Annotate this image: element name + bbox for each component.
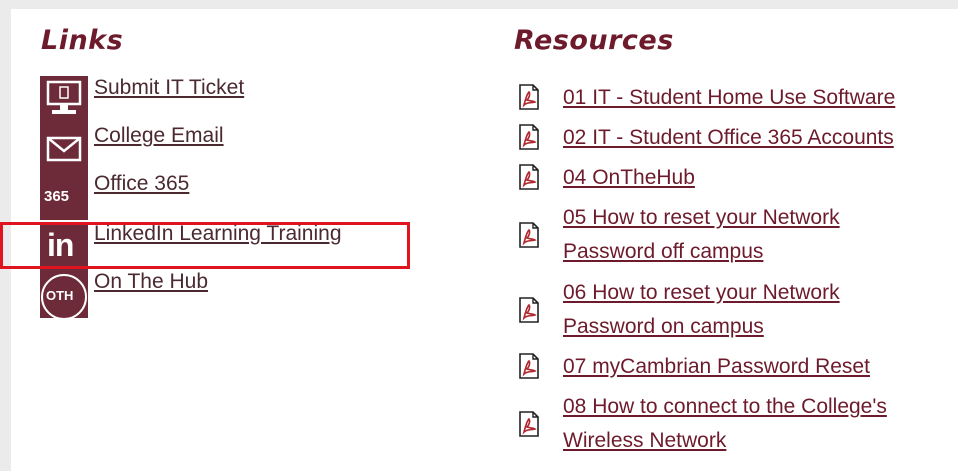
link-office-365[interactable]: 365 Office 365 bbox=[40, 172, 420, 220]
resource-link-line2[interactable]: Wireless Network bbox=[563, 424, 726, 457]
link-label[interactable]: College Email bbox=[94, 124, 224, 148]
link-label[interactable]: On The Hub bbox=[94, 270, 208, 294]
pdf-file-icon bbox=[515, 123, 543, 151]
link-submit-it-ticket[interactable]: Submit IT Ticket bbox=[40, 76, 420, 124]
office-365-icon-text: 365 bbox=[44, 188, 70, 205]
highlight-box bbox=[0, 222, 410, 269]
link-college-email[interactable]: College Email bbox=[40, 124, 420, 172]
link-label[interactable]: Office 365 bbox=[94, 172, 189, 196]
onthehub-icon: OTH bbox=[40, 270, 88, 320]
pdf-file-icon bbox=[515, 163, 543, 191]
pdf-file-icon bbox=[515, 296, 543, 324]
it-ticket-monitor-icon bbox=[40, 76, 88, 124]
pdf-file-icon bbox=[515, 410, 543, 438]
links-heading: Links bbox=[41, 25, 124, 56]
resource-link[interactable]: 07 myCambrian Password Reset bbox=[563, 350, 870, 383]
link-on-the-hub[interactable]: OTH On The Hub bbox=[40, 270, 420, 320]
onthehub-icon-text: OTH bbox=[46, 288, 74, 303]
resource-link[interactable]: 01 IT - Student Home Use Software bbox=[563, 81, 895, 114]
pdf-file-icon bbox=[515, 352, 543, 380]
resource-link[interactable]: 08 How to connect to the College's bbox=[563, 390, 887, 423]
pdf-file-icon bbox=[515, 221, 543, 249]
resource-link[interactable]: 02 IT - Student Office 365 Accounts bbox=[563, 121, 894, 154]
resource-link[interactable]: 05 How to reset your Network bbox=[563, 201, 840, 234]
link-label[interactable]: Submit IT Ticket bbox=[94, 76, 244, 100]
resource-link-line2[interactable]: Password on campus bbox=[563, 310, 764, 343]
resources-heading: Resources bbox=[514, 25, 674, 56]
resource-link[interactable]: 06 How to reset your Network bbox=[563, 276, 840, 309]
resource-link-line2[interactable]: Password off campus bbox=[563, 235, 763, 268]
resource-link[interactable]: 04 OnTheHub bbox=[563, 161, 695, 194]
email-envelope-icon bbox=[40, 124, 88, 172]
office-365-icon: 365 bbox=[40, 172, 88, 220]
pdf-file-icon bbox=[515, 83, 543, 111]
